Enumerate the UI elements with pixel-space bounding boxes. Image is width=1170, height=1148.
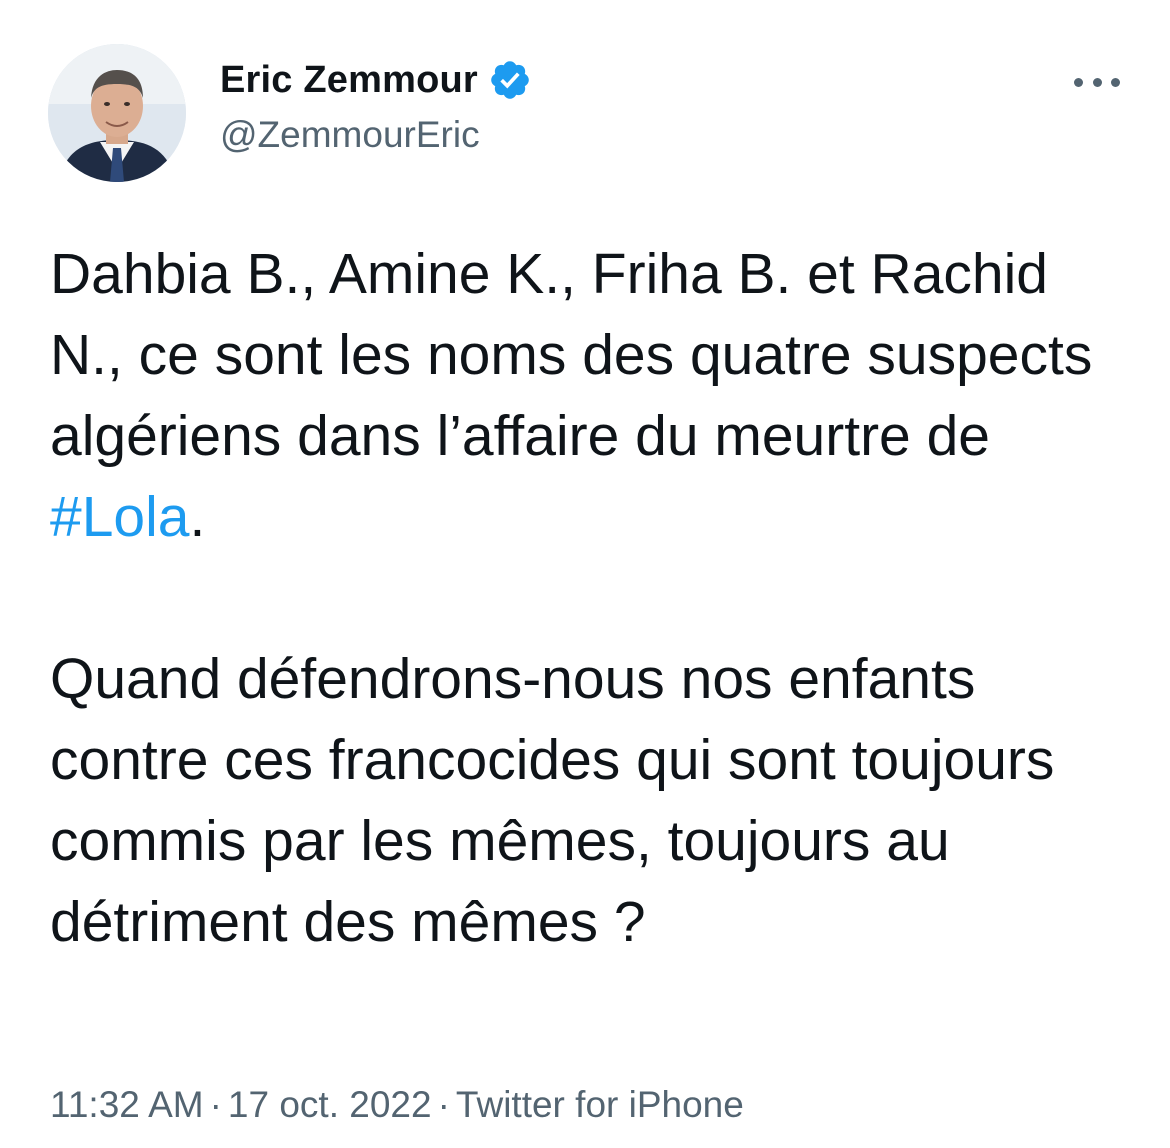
tweet-paragraph-2: Quand défendrons-nous nos enfants contre…: [50, 647, 1055, 954]
tweet-text-part: .: [189, 485, 206, 549]
author-handle[interactable]: @ZemmourEric: [220, 114, 480, 156]
meta-separator: ·: [437, 1084, 450, 1125]
tweet-meta: 11:32 AM · 17 oct. 2022 · Twitter for iPhone: [50, 1084, 744, 1126]
tweet-card: Eric Zemmour @ZemmourEric Dahbia B., Ami…: [0, 0, 1170, 1148]
more-dot: [1092, 77, 1102, 87]
tweet-source[interactable]: Twitter for iPhone: [456, 1084, 744, 1125]
tweet-paragraph-1: Dahbia B., Amine K., Friha B. et Rachid …: [50, 234, 1130, 558]
tweet-date[interactable]: 17 oct. 2022: [228, 1084, 432, 1125]
meta-separator: ·: [209, 1084, 222, 1125]
more-dot: [1074, 77, 1083, 87]
hashtag-link[interactable]: #Lola: [50, 485, 189, 549]
more-dot: [1111, 77, 1120, 87]
tweet-text-part: Dahbia B., Amine K., Friha B. et Rachid …: [50, 242, 1093, 468]
avatar-portrait-icon: [48, 44, 186, 182]
tweet-text: Dahbia B., Amine K., Friha B. et Rachid …: [50, 234, 1130, 963]
more-options-icon[interactable]: [1074, 70, 1120, 94]
verified-badge-icon: [491, 61, 529, 99]
author-row: Eric Zemmour: [220, 56, 532, 104]
avatar[interactable]: [48, 44, 186, 182]
tweet-time[interactable]: 11:32 AM: [50, 1084, 204, 1125]
author-name[interactable]: Eric Zemmour: [220, 59, 478, 102]
